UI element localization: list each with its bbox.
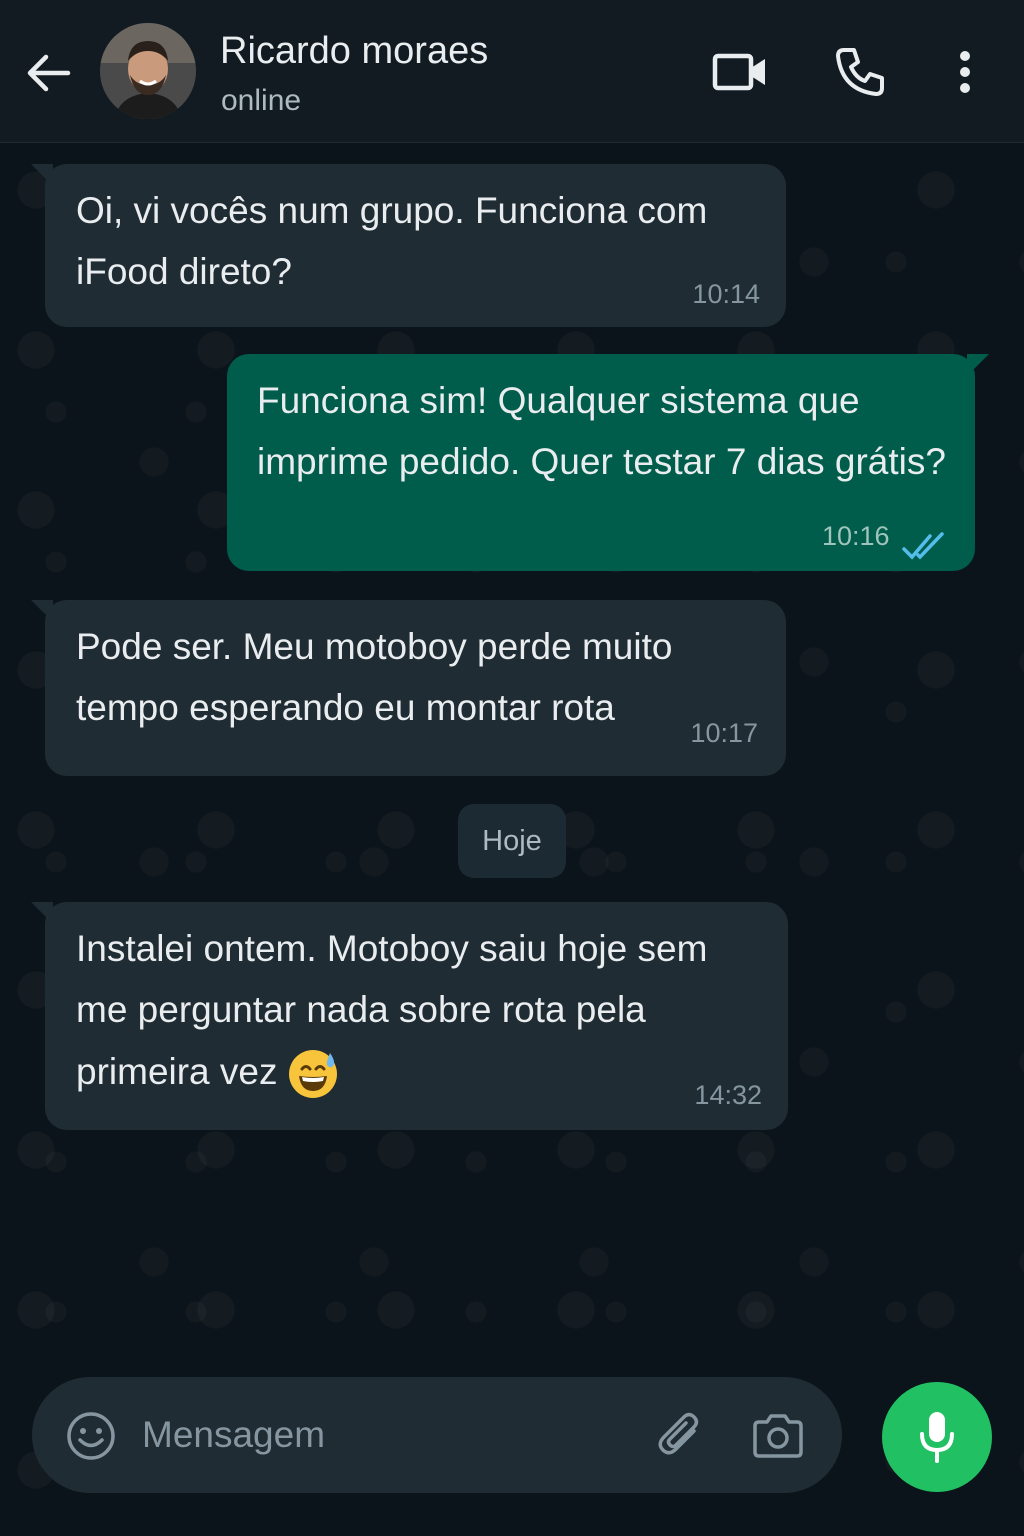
message-input[interactable]: Mensagem xyxy=(142,1414,325,1456)
attach-icon[interactable] xyxy=(652,1408,710,1464)
date-separator: Hoje xyxy=(458,804,566,878)
camera-icon[interactable] xyxy=(749,1408,807,1464)
message-text-line: imprime pedido. Quer testar 7 dias gráti… xyxy=(257,441,946,482)
grinning-sweat-emoji-icon xyxy=(287,1047,339,1117)
video-call-icon[interactable] xyxy=(710,42,770,102)
message-incoming[interactable]: Oi, vi vocês num grupo. Funciona com iFo… xyxy=(31,164,786,327)
emoji-icon[interactable] xyxy=(64,1409,118,1463)
bubble-tail xyxy=(31,902,53,924)
message-text-line: Funciona sim! Qualquer sistema que xyxy=(257,380,860,421)
message-time: 14:32 xyxy=(694,1080,762,1110)
message-time: 10:16 xyxy=(822,521,890,551)
contact-status: online xyxy=(221,84,302,117)
message-incoming[interactable]: Pode ser. Meu motoboy perde muito tempo … xyxy=(31,600,786,776)
message-outgoing[interactable]: Funciona sim! Qualquer sistema que impri… xyxy=(227,354,989,571)
message-incoming[interactable]: Instalei ontem. Motoboy saiu hoje sem me… xyxy=(31,902,788,1130)
message-time: 10:17 xyxy=(690,718,758,748)
message-text-line: Oi, vi vocês num grupo. Funciona com xyxy=(76,190,708,231)
message-text-line: Pode ser. Meu motoboy perde muito xyxy=(76,626,673,667)
message-text-line: primeira vez xyxy=(76,1051,278,1092)
bubble-tail xyxy=(31,164,53,186)
voice-call-icon[interactable] xyxy=(830,42,890,102)
mic-button[interactable] xyxy=(882,1382,992,1492)
message-text-line: me perguntar nada sobre rota pela xyxy=(76,989,646,1030)
more-options-icon[interactable] xyxy=(935,42,995,102)
bubble-tail xyxy=(31,600,53,622)
back-arrow-icon[interactable] xyxy=(24,48,74,98)
avatar[interactable] xyxy=(100,23,196,119)
read-receipt-icon xyxy=(902,519,948,580)
message-text-line: tempo esperando eu montar rota xyxy=(76,687,615,728)
mic-icon xyxy=(920,1412,954,1463)
message-text-line: iFood direto? xyxy=(76,251,292,292)
contact-name[interactable]: Ricardo moraes xyxy=(220,30,488,73)
bubble-tail xyxy=(967,354,989,376)
chat-header: Ricardo moraes online xyxy=(0,0,1024,143)
message-time: 10:14 xyxy=(692,279,760,309)
message-text-line: Instalei ontem. Motoboy saiu hoje sem xyxy=(76,928,708,969)
